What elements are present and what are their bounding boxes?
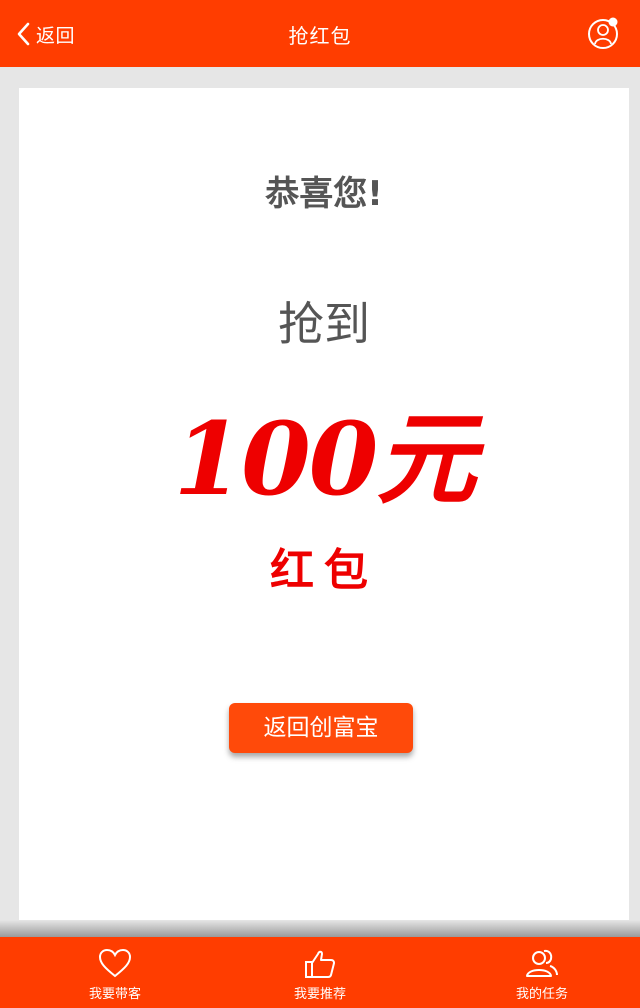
tab-label: 我要推荐 [293, 987, 346, 1002]
user-profile-button[interactable] [586, 16, 620, 50]
red-envelope-card: 恭喜您! 抢到 100元 红包 返回创富宝 [19, 88, 629, 920]
divider-shadow [0, 920, 640, 937]
user-avatar-icon [588, 17, 618, 49]
tab-recommend[interactable]: 我要推荐 [240, 937, 400, 1008]
users-icon [526, 949, 558, 977]
tab-my-tasks[interactable]: 我的任务 [462, 937, 622, 1008]
bottom-tab-bar: 我要带客 我要推荐 我的任务 [0, 937, 640, 1008]
tab-bring-guests[interactable]: 我要带客 [35, 937, 195, 1008]
amount-value: 100元 [173, 400, 477, 518]
return-button[interactable]: 返回创富宝 [229, 703, 413, 753]
heart-icon [98, 948, 132, 978]
hongbao-label: 红包 [270, 545, 378, 596]
tab-label: 我要带客 [88, 987, 141, 1002]
congrats-heading: 恭喜您! [265, 174, 383, 214]
tab-label: 我的任务 [515, 987, 568, 1002]
top-bar: 返回 抢红包 [0, 0, 640, 67]
page-title: 抢红包 [288, 24, 352, 48]
got-label: 抢到 [278, 297, 370, 351]
thumbs-up-icon [305, 950, 336, 978]
